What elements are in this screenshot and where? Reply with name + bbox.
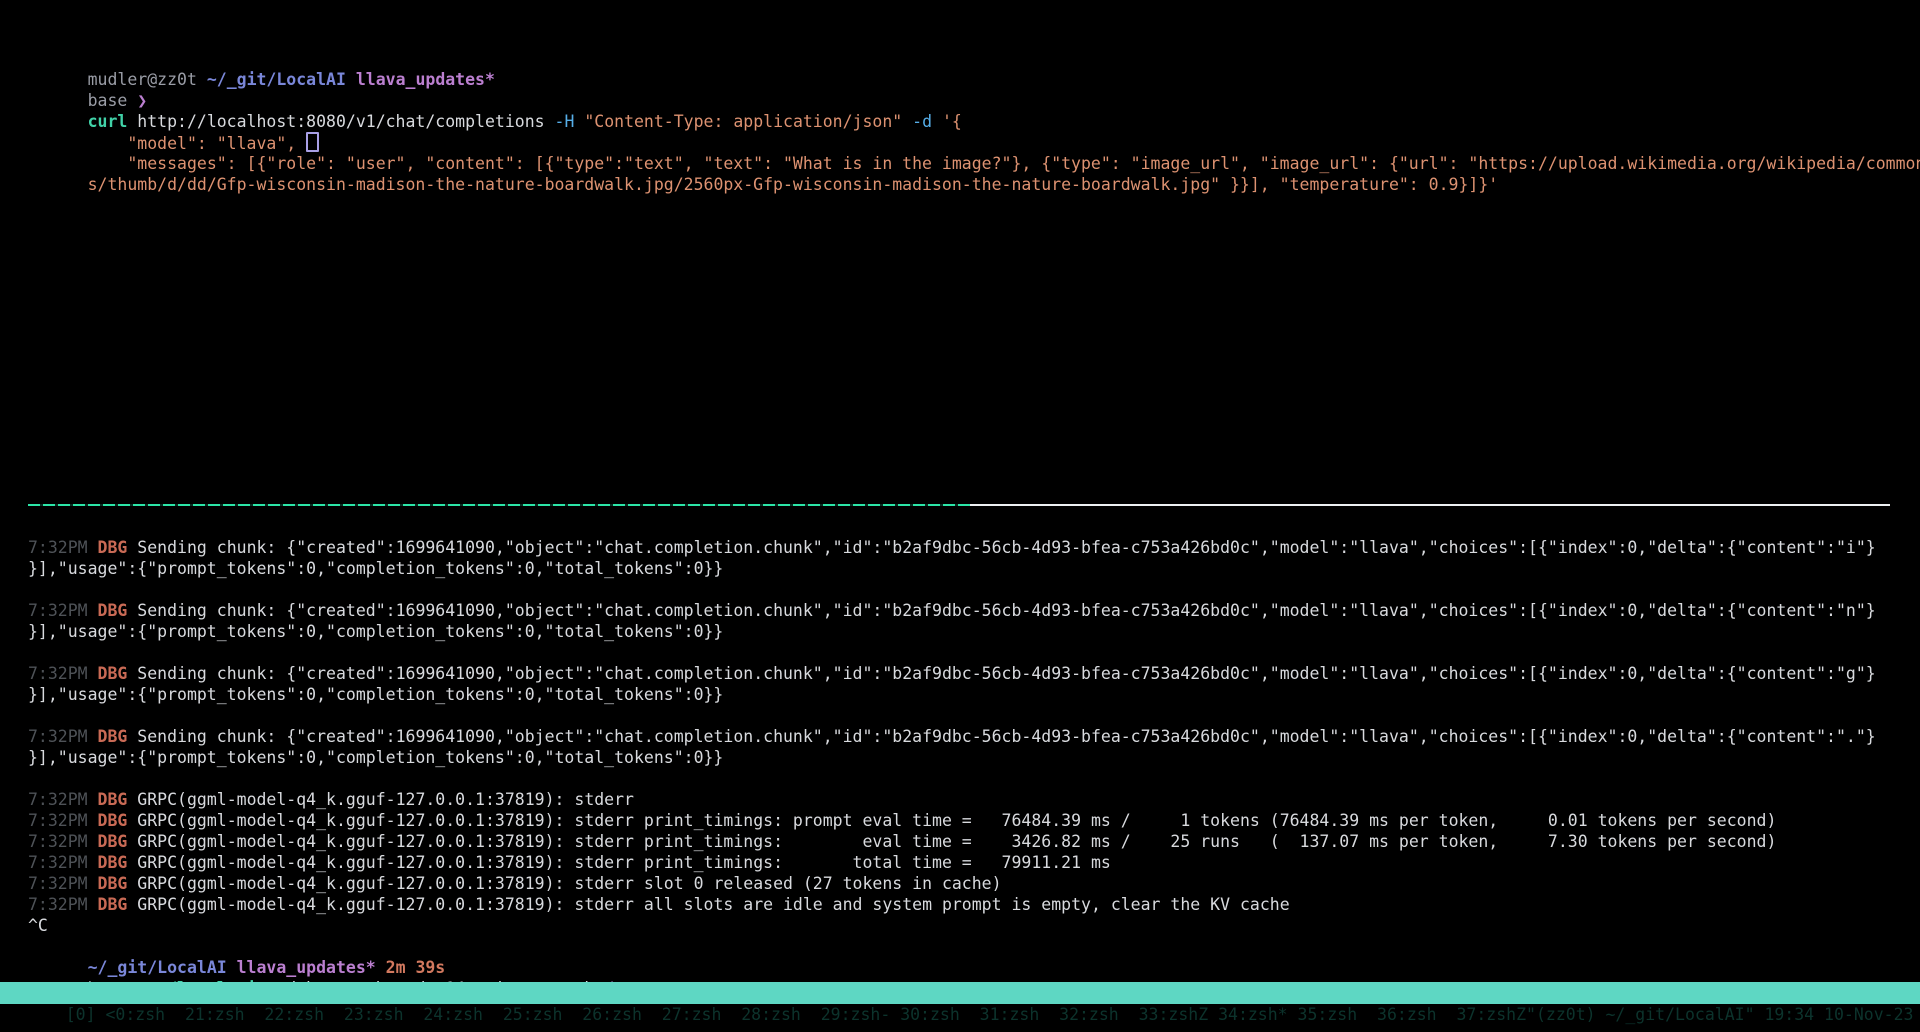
log-message: GRPC(ggml-model-q4_k.gguf-127.0.0.1:3781… <box>137 811 1776 830</box>
log-level-badge: DBG <box>98 832 138 851</box>
log-timestamp: 7:32PM <box>28 601 98 620</box>
log-timestamp: 7:32PM <box>28 874 98 893</box>
log-level-badge: DBG <box>98 853 138 872</box>
log-level-badge: DBG <box>98 727 138 746</box>
log-level-badge: DBG <box>98 874 138 893</box>
blank-region <box>0 174 1920 504</box>
log-chunk-wrap: }],"usage":{"prompt_tokens":0,"completio… <box>28 684 1892 705</box>
log-grpc-line: 7:32PM DBG GRPC(ggml-model-q4_k.gguf-127… <box>28 852 1892 873</box>
log-level-badge: DBG <box>98 664 138 683</box>
log-level-badge: DBG <box>98 601 138 620</box>
tmux-status-bar: [0] <0:zsh 21:zsh 22:zsh 23:zsh 24:zsh 2… <box>0 982 1920 1004</box>
log-timestamp: 7:32PM <box>28 664 98 683</box>
blank-line <box>28 768 1892 789</box>
command-duration: 2m 39s <box>386 958 446 977</box>
log-timestamp: 7:32PM <box>28 832 98 851</box>
log-message: }],"usage":{"prompt_tokens":0,"completio… <box>28 559 723 578</box>
curl-url: http://localhost:8080/v1/chat/completion… <box>137 112 554 131</box>
log-grpc-line: 7:32PM DBG GRPC(ggml-model-q4_k.gguf-127… <box>28 789 1892 810</box>
log-chunk-wrap: }],"usage":{"prompt_tokens":0,"completio… <box>28 621 1892 642</box>
pane-divider <box>28 504 1890 506</box>
curl-command: curl <box>88 112 138 131</box>
log-pane: 7:32PM DBG Sending chunk: {"created":169… <box>0 537 1920 978</box>
terminal-content: mudler@zz0t ~/_git/LocalAI llava_updates… <box>0 0 1920 174</box>
curl-header-arg: "Content-Type: application/json" <box>584 112 912 131</box>
log-timestamp: 7:32PM <box>28 790 98 809</box>
log-timestamp: 7:32PM <box>28 811 98 830</box>
log-chunk-line: 7:32PM DBG Sending chunk: {"created":169… <box>28 600 1892 621</box>
prompt-user-host: mudler@zz0t <box>88 70 207 89</box>
log-message: Sending chunk: {"created":1699641090,"ob… <box>137 538 1875 557</box>
blank-line <box>28 579 1892 600</box>
log-message: GRPC(ggml-model-q4_k.gguf-127.0.0.1:3781… <box>137 790 634 809</box>
prompt-cwd: ~/_git/LocalAI <box>207 70 356 89</box>
log-grpc-line: 7:32PM DBG GRPC(ggml-model-q4_k.gguf-127… <box>28 810 1892 831</box>
log-chunk-line: 7:32PM DBG Sending chunk: {"created":169… <box>28 726 1892 747</box>
curl-command-line: curl http://localhost:8080/v1/chat/compl… <box>28 90 1892 111</box>
log-message: Sending chunk: {"created":1699641090,"ob… <box>137 601 1875 620</box>
log-chunk-wrap: }],"usage":{"prompt_tokens":0,"completio… <box>28 747 1892 768</box>
log-message: GRPC(ggml-model-q4_k.gguf-127.0.0.1:3781… <box>137 874 1001 893</box>
curl-flag-h: -H <box>555 112 585 131</box>
log-chunk-line: 7:32PM DBG Sending chunk: {"created":169… <box>28 663 1892 684</box>
log-grpc-line: 7:32PM DBG GRPC(ggml-model-q4_k.gguf-127… <box>28 831 1892 852</box>
curl-open-brace: '{ <box>942 112 962 131</box>
blank-region <box>0 506 1920 537</box>
blank-line <box>28 705 1892 726</box>
terminal-screen[interactable]: mudler@zz0t ~/_git/LocalAI llava_updates… <box>0 0 1920 1032</box>
prompt-cwd: ~/_git/LocalAI <box>88 958 237 977</box>
log-message: GRPC(ggml-model-q4_k.gguf-127.0.0.1:3781… <box>137 832 1776 851</box>
terminal-cursor <box>306 132 319 152</box>
log-grpc-line: 7:32PM DBG GRPC(ggml-model-q4_k.gguf-127… <box>28 894 1892 915</box>
interrupt-line: ^C <box>28 915 1892 936</box>
log-timestamp: 7:32PM <box>28 727 98 746</box>
log-message: Sending chunk: {"created":1699641090,"ob… <box>137 727 1875 746</box>
git-branch: llava_updates* <box>237 958 386 977</box>
blank-line <box>28 642 1892 663</box>
log-message: }],"usage":{"prompt_tokens":0,"completio… <box>28 622 723 641</box>
curl-body-wrap: s/thumb/d/dd/Gfp-wisconsin-madison-the-n… <box>88 175 1499 194</box>
venv-label: base <box>88 91 138 110</box>
prompt-line-top: mudler@zz0t ~/_git/LocalAI llava_updates… <box>28 48 1892 69</box>
interrupt-signal: ^C <box>28 916 48 935</box>
tmux-status-right: "(zz0t) ~/_git/LocalAI" 19:34 10-Nov-23 <box>1526 1005 1913 1024</box>
log-message: GRPC(ggml-model-q4_k.gguf-127.0.0.1:3781… <box>137 895 1289 914</box>
log-level-badge: DBG <box>98 790 138 809</box>
prompt-arrow-icon: ❯ <box>137 91 147 110</box>
curl-flag-d: -d <box>912 112 942 131</box>
log-message: }],"usage":{"prompt_tokens":0,"completio… <box>28 748 723 767</box>
log-timestamp: 7:32PM <box>28 895 98 914</box>
log-level-badge: DBG <box>98 538 138 557</box>
log-message: Sending chunk: {"created":1699641090,"ob… <box>137 664 1875 683</box>
log-chunk-line: 7:32PM DBG Sending chunk: {"created":169… <box>28 537 1892 558</box>
pane-divider-inactive-segment <box>970 504 1890 506</box>
log-message: }],"usage":{"prompt_tokens":0,"completio… <box>28 685 723 704</box>
log-timestamp: 7:32PM <box>28 538 98 557</box>
log-chunk-wrap: }],"usage":{"prompt_tokens":0,"completio… <box>28 558 1892 579</box>
curl-body-messages: "messages": [{"role": "user", "content":… <box>88 154 1920 173</box>
git-branch: llava_updates* <box>356 70 495 89</box>
log-level-badge: DBG <box>98 895 138 914</box>
log-level-badge: DBG <box>98 811 138 830</box>
log-grpc-line: 7:32PM DBG GRPC(ggml-model-q4_k.gguf-127… <box>28 873 1892 894</box>
pane-divider-active-segment <box>28 504 970 506</box>
curl-body-model: "model": "llava", <box>88 134 307 153</box>
prompt-line-bottom: ~/_git/LocalAI llava_updates* 2m 39s <box>28 936 1892 957</box>
log-message: GRPC(ggml-model-q4_k.gguf-127.0.0.1:3781… <box>137 853 1111 872</box>
tmux-window-list[interactable]: [0] <0:zsh 21:zsh 22:zsh 23:zsh 24:zsh 2… <box>66 1005 1526 1024</box>
log-timestamp: 7:32PM <box>28 853 98 872</box>
